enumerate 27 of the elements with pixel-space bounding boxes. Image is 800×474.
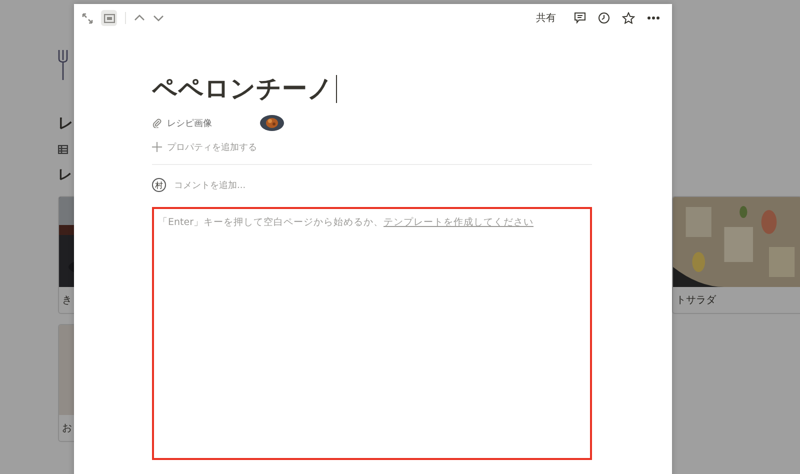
page-title[interactable]: ペペロンチーノ: [152, 72, 333, 106]
page-title: レ: [58, 114, 73, 133]
table-icon: [58, 145, 68, 154]
side-peek-button[interactable]: [101, 10, 117, 26]
comment-field[interactable]: コメントを追加...: [174, 178, 246, 192]
add-property-button[interactable]: プロパティを追加する: [167, 140, 257, 154]
more-icon[interactable]: [647, 16, 660, 20]
expand-icon[interactable]: [82, 12, 93, 24]
paperclip-icon: [152, 118, 162, 128]
plus-icon: [152, 142, 162, 152]
card-title: き: [61, 294, 73, 308]
template-link[interactable]: テンプレートを作成してください: [384, 217, 534, 228]
chevron-up-icon[interactable]: [134, 14, 145, 22]
user-avatar: 村: [152, 178, 166, 192]
share-button[interactable]: 共有: [536, 11, 556, 25]
section-title: レ: [58, 166, 72, 184]
star-icon[interactable]: [622, 12, 635, 24]
fork-icon: [58, 50, 68, 80]
card-title: お: [61, 422, 73, 436]
clock-icon[interactable]: [598, 12, 610, 24]
card-title: トサラダ: [675, 294, 718, 308]
gallery-card[interactable]: トサラダ: [672, 196, 800, 314]
empty-page-hint: 「Enter」キーを押して空白ページから始めるか、テンプレートを作成してください: [158, 216, 534, 229]
text-cursor: [336, 75, 337, 103]
chevron-down-icon[interactable]: [153, 14, 164, 22]
property-label[interactable]: レシピ画像: [167, 116, 212, 130]
comment-icon[interactable]: [574, 12, 586, 24]
